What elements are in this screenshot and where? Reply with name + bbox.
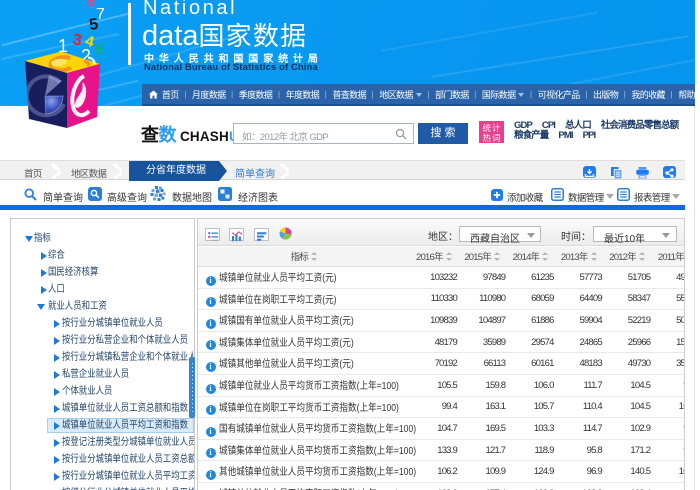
svg-text:6: 6	[95, 42, 104, 59]
